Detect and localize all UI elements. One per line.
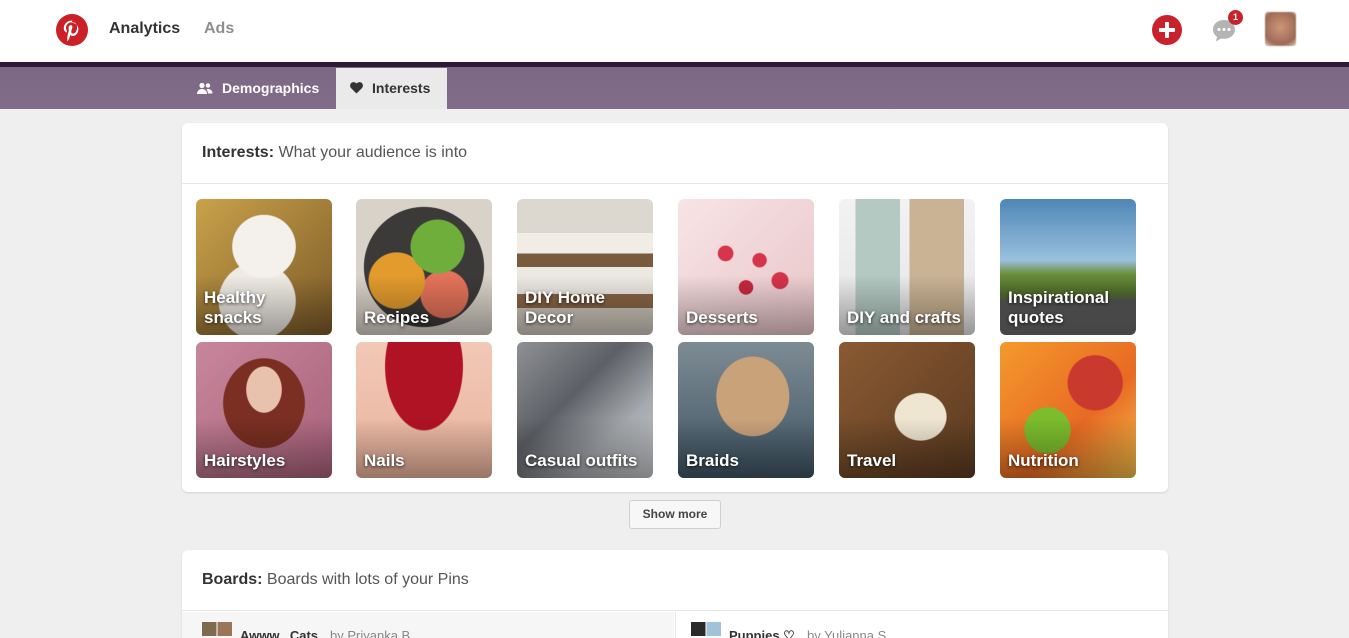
interest-tile-label: Hairstyles xyxy=(204,451,286,470)
interest-tile-healthy-snacks[interactable]: Healthy snacks xyxy=(196,199,332,335)
interest-tile-travel[interactable]: Travel xyxy=(839,342,975,478)
interest-tile-recipes[interactable]: Recipes xyxy=(356,199,492,335)
interest-tile-label: Inspirational quotes xyxy=(1008,288,1110,327)
add-pin-button[interactable] xyxy=(1152,15,1182,45)
boards-card-header: Boards: Boards with lots of your Pins xyxy=(182,550,1168,611)
pinterest-logo-icon[interactable] xyxy=(56,14,88,46)
nav-ads-link[interactable]: Ads xyxy=(204,20,234,38)
notification-badge: 1 xyxy=(1228,10,1243,25)
interest-tile-desserts[interactable]: Desserts xyxy=(678,199,814,335)
interest-tile-label: Braids xyxy=(686,451,739,470)
tab-interests[interactable]: Interests xyxy=(336,68,447,109)
interest-tile-label: Nails xyxy=(364,451,405,470)
board-row[interactable]: Puppies ♡ by Yulianna S xyxy=(675,612,1168,638)
boards-description: Boards with lots of your Pins xyxy=(266,571,469,588)
tab-interests-label: Interests xyxy=(372,80,431,96)
interest-tile-nails[interactable]: Nails xyxy=(356,342,492,478)
interest-tile-label: DIY and crafts xyxy=(847,308,962,327)
interest-tile-label: Desserts xyxy=(686,308,758,327)
board-owner: by Priyanka B xyxy=(330,628,411,638)
interest-tile-inspirational-quotes[interactable]: Inspirational quotes xyxy=(1000,199,1136,335)
board-row[interactable]: Awww...Cats by Priyanka B xyxy=(182,612,674,638)
interests-card-header: Interests: What your audience is into xyxy=(182,123,1168,184)
interest-tile-diy-and-crafts[interactable]: DIY and crafts xyxy=(839,199,975,335)
interest-tile-casual-outfits[interactable]: Casual outfits xyxy=(517,342,653,478)
people-icon xyxy=(197,82,213,94)
board-thumbnail xyxy=(691,622,721,636)
boards-card: Boards: Boards with lots of your Pins Aw… xyxy=(182,550,1168,638)
interest-tile-label: Casual outfits xyxy=(525,451,638,470)
user-avatar[interactable] xyxy=(1265,12,1296,46)
interest-tile-braids[interactable]: Braids xyxy=(678,342,814,478)
interest-tile-label: Nutrition xyxy=(1008,451,1079,470)
board-thumbnail xyxy=(202,622,232,636)
nav-analytics-link[interactable]: Analytics xyxy=(109,20,180,38)
interest-tile-diy-home-decor[interactable]: DIY Home Decor xyxy=(517,199,653,335)
interest-tile-label: Travel xyxy=(847,451,897,470)
interest-tile-label: Healthy snacks xyxy=(204,288,266,327)
board-name[interactable]: Puppies ♡ xyxy=(729,628,795,638)
interests-title: Interests: xyxy=(202,144,275,161)
top-bar: Analytics Ads 1 xyxy=(0,0,1349,62)
board-owner: by Yulianna S xyxy=(807,628,887,638)
tab-demographics-label: Demographics xyxy=(222,80,320,96)
interests-description: What your audience is into xyxy=(278,144,468,161)
tab-demographics[interactable]: Demographics xyxy=(184,68,336,109)
interests-card: Interests: What your audience is into He… xyxy=(182,123,1168,492)
interest-tile-label: Recipes xyxy=(364,308,430,327)
interest-tile-hairstyles[interactable]: Hairstyles xyxy=(196,342,332,478)
show-more-button[interactable]: Show more xyxy=(629,500,721,529)
plus-icon xyxy=(1159,22,1175,38)
boards-title: Boards: xyxy=(202,571,263,588)
board-name[interactable]: Awww...Cats xyxy=(240,628,318,638)
interest-tile-label: DIY Home Decor xyxy=(525,288,605,327)
interest-tile-nutrition[interactable]: Nutrition xyxy=(1000,342,1136,478)
heart-icon xyxy=(350,82,363,94)
